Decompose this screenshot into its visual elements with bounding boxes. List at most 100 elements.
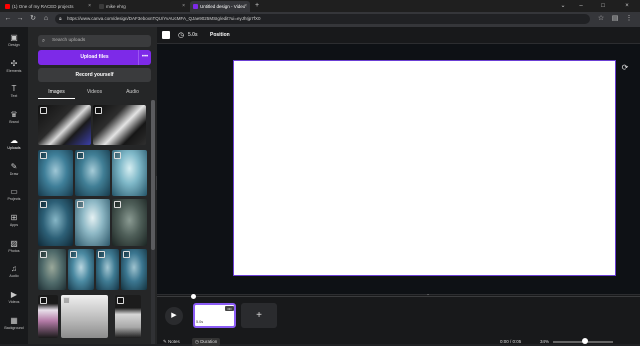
sidebar-item-audio[interactable]: ♫ Audio	[0, 260, 28, 286]
position-button[interactable]: Position	[210, 30, 230, 41]
upload-thumbnail[interactable]	[121, 249, 147, 290]
select-checkbox[interactable]	[114, 201, 121, 208]
back-icon[interactable]: ←	[3, 14, 13, 24]
address-bar[interactable]: 🔒︎ https://www.canva.com/design/DAF3ebox…	[55, 14, 590, 24]
select-checkbox[interactable]	[77, 201, 84, 208]
play-button[interactable]: ▶	[165, 307, 183, 325]
reload-icon[interactable]: ↻	[28, 14, 38, 24]
upload-thumbnail[interactable]	[38, 249, 66, 290]
upload-thumbnail[interactable]	[38, 295, 58, 338]
upload-thumbnail[interactable]	[112, 150, 147, 196]
playhead[interactable]	[191, 294, 196, 299]
upload-thumbnail[interactable]	[61, 295, 108, 338]
upload-thumbnail[interactable]	[96, 249, 119, 290]
select-checkbox[interactable]	[40, 251, 47, 258]
close-tab-icon[interactable]: ×	[88, 1, 91, 12]
minimize-icon[interactable]: –	[574, 0, 588, 12]
sidebar-item-design[interactable]: ▣ Design	[0, 29, 28, 55]
select-checkbox[interactable]	[40, 201, 47, 208]
upload-thumbnail[interactable]	[75, 150, 110, 196]
upload-files-button[interactable]: Upload files	[38, 50, 151, 65]
upload-thumbnail[interactable]	[38, 105, 91, 145]
bookmark-star-icon[interactable]: ☆	[596, 14, 606, 24]
audio-icon: ♫	[11, 264, 17, 274]
add-page-button[interactable]: +	[241, 303, 277, 328]
window-close-icon[interactable]: ×	[620, 0, 634, 12]
sidebar-item-elements[interactable]: ✣ Elements	[0, 55, 28, 81]
search-placeholder: Search uploads	[52, 38, 86, 43]
upload-thumbnail[interactable]	[38, 199, 73, 246]
sidebar-item-label: Draw	[9, 171, 19, 176]
select-checkbox[interactable]	[77, 152, 84, 159]
upload-thumbnail[interactable]	[93, 105, 146, 145]
search-icon: ⌕	[42, 38, 46, 44]
sidebar-item-projects[interactable]: ▭ Projects	[0, 183, 28, 209]
forward-icon[interactable]: →	[15, 14, 25, 24]
tab-title: mike ehrg	[106, 4, 126, 9]
sidebar-item-videos[interactable]: ▶ Videos	[0, 286, 28, 312]
duration-button[interactable]: ◷ 5.0s	[178, 30, 197, 41]
notes-label: Notes	[168, 339, 180, 344]
panel-scrollbar[interactable]	[151, 100, 155, 250]
tab-images[interactable]: Images	[38, 87, 75, 97]
active-tab-indicator	[38, 98, 75, 99]
close-tab-icon[interactable]: ×	[244, 1, 247, 12]
new-tab-button[interactable]: +	[252, 0, 262, 12]
upload-thumbnail[interactable]	[68, 249, 94, 290]
youtube-favicon-icon	[5, 4, 10, 9]
browser-tab-3[interactable]: Untitled design - Video ×	[190, 1, 250, 12]
sidebar-item-photos[interactable]: ▨ Photos	[0, 235, 28, 261]
text-icon: T	[11, 84, 17, 94]
select-checkbox[interactable]	[98, 251, 105, 258]
search-uploads-input[interactable]: ⌕ Search uploads	[38, 35, 151, 47]
sidebar-item-label: Projects	[7, 197, 21, 202]
duration-label: 5.0s	[188, 32, 198, 38]
sidebar-item-label: Photos	[8, 248, 20, 253]
select-checkbox[interactable]	[70, 251, 77, 258]
sidebar-item-apps[interactable]: ⊞ Apps	[0, 209, 28, 235]
duration-toggle-button[interactable]: ◷ Duration	[192, 338, 221, 346]
site-favicon-icon	[99, 4, 104, 9]
design-page[interactable]	[233, 60, 616, 276]
sidebar-item-uploads[interactable]: ☁ Uploads	[0, 132, 28, 158]
upload-options-button[interactable]: •••	[138, 50, 151, 65]
sidebar-item-text[interactable]: T Text	[0, 80, 28, 106]
background-color-swatch[interactable]	[162, 31, 170, 39]
sidebar-item-background[interactable]: ▦ Background	[0, 312, 28, 338]
close-tab-icon[interactable]: ×	[182, 1, 185, 12]
home-icon[interactable]: ⌂	[41, 14, 51, 24]
timeline-scrubber[interactable]	[157, 296, 640, 297]
upload-thumbnail[interactable]	[115, 295, 141, 338]
extensions-icon[interactable]: ▤	[610, 14, 620, 24]
zoom-level[interactable]: 34%	[540, 338, 549, 346]
select-checkbox[interactable]	[40, 152, 47, 159]
select-checkbox[interactable]	[63, 297, 70, 304]
tab-search-icon[interactable]: ⌄	[556, 0, 570, 12]
refresh-page-icon[interactable]: ⟳	[618, 61, 632, 75]
sidebar-item-draw[interactable]: ✎ Draw	[0, 158, 28, 184]
browser-tab-1[interactable]: (1) One of my RACED projects ×	[2, 1, 94, 12]
tab-videos[interactable]: Videos	[76, 87, 113, 97]
sidebar-item-brand[interactable]: ♛ Brand	[0, 106, 28, 132]
zoom-slider-handle[interactable]	[582, 338, 588, 344]
browser-tab-2[interactable]: mike ehrg ×	[96, 1, 188, 12]
upload-thumbnail[interactable]	[75, 199, 110, 246]
sidebar-item-label: Brand	[9, 120, 19, 125]
select-checkbox[interactable]	[117, 297, 124, 304]
upload-thumbnail[interactable]	[112, 199, 147, 246]
select-checkbox[interactable]	[114, 152, 121, 159]
chevron-up-icon[interactable]: ⌃	[424, 294, 432, 298]
upload-thumbnail[interactable]	[38, 150, 73, 196]
brand-icon: ♛	[10, 110, 18, 120]
tab-audio[interactable]: Audio	[114, 87, 151, 97]
photos-icon: ▨	[10, 238, 18, 248]
select-checkbox[interactable]	[95, 107, 102, 114]
maximize-icon[interactable]: □	[596, 0, 610, 12]
record-yourself-button[interactable]: Record yourself	[38, 68, 151, 82]
select-checkbox[interactable]	[40, 297, 47, 304]
notes-button[interactable]: ✎︎ Notes	[163, 338, 180, 346]
select-checkbox[interactable]	[40, 107, 47, 114]
select-checkbox[interactable]	[123, 251, 130, 258]
browser-menu-icon[interactable]: ⋮	[624, 14, 634, 24]
clip-options-button[interactable]: •••	[225, 306, 234, 311]
